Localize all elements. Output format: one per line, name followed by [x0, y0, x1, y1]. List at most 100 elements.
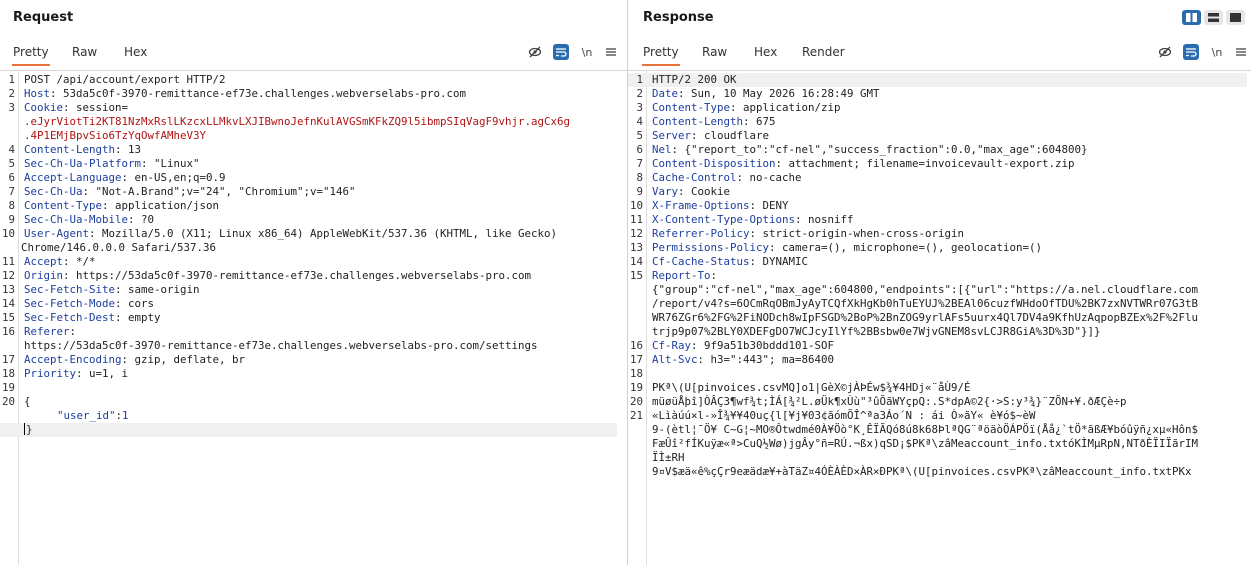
header-name: Permissions-Policy	[652, 241, 770, 254]
header-value-continued: https://53da5c0f-3970-remittance-ef73e.c…	[24, 339, 538, 352]
json-key: "user_id"	[57, 409, 116, 422]
show-newlines-toggle[interactable]: \n	[1209, 44, 1225, 60]
header-value: : */*	[63, 255, 96, 268]
code-line: 4 Content-Length: 13	[0, 143, 627, 157]
header-name: Host	[24, 87, 51, 100]
response-title: Response	[643, 10, 714, 25]
header-value-continued: /report/v4?s=6OCmRqOBmJyAyTCQfXkHgKb0hTu…	[652, 297, 1199, 310]
tab-pretty[interactable]: Pretty	[642, 45, 680, 66]
header-value: : empty	[115, 311, 161, 324]
line-number	[0, 129, 15, 143]
tab-pretty[interactable]: Pretty	[12, 45, 50, 66]
header-value: : Mozilla/5.0 (X11; Linux x86_64) AppleW…	[89, 227, 558, 240]
show-newlines-toggle[interactable]: \n	[579, 44, 595, 60]
layout-single-icon[interactable]	[1226, 10, 1245, 25]
line-number	[628, 297, 643, 311]
code-line: 6 Accept-Language: en-US,en;q=0.9	[0, 171, 627, 185]
header-name: Content-Length	[24, 143, 116, 156]
json-brace-close: }	[26, 423, 33, 436]
binary-body: 9-(ètl¦¯Ö¥ C~G¦~MO®Ôtwdmé0À¥Öò°K¸ÊÏÃQó8ú…	[652, 423, 1199, 436]
line-number: 8	[8, 199, 15, 212]
code-line: 7 Content-Disposition: attachment; filena…	[628, 157, 1251, 171]
line-number	[628, 465, 643, 479]
response-pane: Response Pretty Raw Hex Render \n 1 HTTP/…	[628, 0, 1251, 565]
code-line: 18 Priority: u=1, i	[0, 367, 627, 381]
tab-render[interactable]: Render	[802, 45, 845, 59]
header-value: : Cookie	[678, 185, 731, 198]
request-pane: Request Pretty Raw Hex \n 1 POST /api/acc…	[0, 0, 627, 565]
header-name: Sec-Fetch-Dest	[24, 311, 116, 324]
header-name: Sec-Ch-Ua-Mobile	[24, 213, 129, 226]
tab-hex[interactable]: Hex	[124, 45, 147, 59]
binary-body: «Lìàúú×l-»Î¾¥¥40uç{l[¥j¥03¢ãómÕÎ^ªa3Áo´N…	[652, 409, 1036, 422]
layout-stacked-icon[interactable]	[1204, 10, 1223, 25]
header-name: Referrer-Policy	[652, 227, 750, 240]
header-name: Server	[652, 129, 692, 142]
code-line: 9-(ètl¦¯Ö¥ C~G¦~MO®Ôtwdmé0À¥Öò°K¸ÊÏÃQó8ú…	[628, 423, 1251, 437]
header-name: Accept	[24, 255, 64, 268]
line-number: 20	[1, 395, 15, 408]
code-line: 10 User-Agent: Mozilla/5.0 (X11; Linux x8…	[0, 227, 627, 241]
tab-raw[interactable]: Raw	[702, 45, 727, 59]
line-number: 12	[1, 269, 15, 282]
header-value: : same-origin	[115, 283, 200, 296]
request-editor[interactable]: 1 POST /api/account/export HTTP/2 2 Host : …	[0, 71, 627, 565]
code-line: .eJyrViotTi2KT81NzMxRslLKzcxLLMkvLXJIBwn…	[0, 115, 627, 129]
word-wrap-icon[interactable]	[1183, 44, 1199, 60]
response-editor[interactable]: 1 HTTP/2 200 OK 2 Date: Sun, 10 May 2026 1…	[628, 71, 1251, 565]
line-number: 5	[8, 157, 15, 170]
request-code: 1 POST /api/account/export HTTP/2 2 Host : …	[0, 73, 627, 437]
line-number	[0, 115, 15, 129]
status-line: HTTP/2 200 OK	[652, 73, 737, 86]
line-number: 3	[636, 101, 643, 114]
header-value: : strict-origin-when-cross-origin	[749, 227, 965, 240]
header-value: : en-US,en;q=0.9	[121, 171, 226, 184]
header-value: : nosniff	[795, 213, 854, 226]
line-number: 7	[8, 185, 15, 198]
menu-icon[interactable]	[603, 44, 619, 60]
header-name: Cache-Control	[652, 171, 737, 184]
tab-hex[interactable]: Hex	[754, 45, 777, 59]
code-line: 5 Sec-Ch-Ua-Platform: "Linux"	[0, 157, 627, 171]
code-line: .4P1EMjBpvSio6TzYqOwfAMheV3Y	[0, 129, 627, 143]
code-line: 9 Sec-Ch-Ua-Mobile: ?0	[0, 213, 627, 227]
header-name: Origin	[24, 269, 64, 282]
line-number: 3	[8, 101, 15, 114]
line-number: 6	[636, 143, 643, 156]
header-name: Sec-Fetch-Mode	[24, 297, 116, 310]
layout-side-by-side-icon[interactable]	[1182, 10, 1201, 25]
code-line: FæÛî²fÍKuÿæ«ª>CuQ½Wø)jgÂy°ñ=RÚ.¬ßx)qSD¡$…	[628, 437, 1251, 451]
header-value: : camera=(), microphone=(), geolocation=…	[769, 241, 1043, 254]
code-line: {"group":"cf-nel","max_age":604800,"endp…	[628, 283, 1251, 297]
code-line: 17 Alt-Svc: h3=":443"; ma=86400	[628, 353, 1251, 367]
hide-nonprinting-icon[interactable]	[527, 44, 543, 60]
hide-nonprinting-icon[interactable]	[1157, 44, 1173, 60]
code-line: 11 X-Content-Type-Options: nosniff	[628, 213, 1251, 227]
json-value[interactable]: 1	[122, 409, 129, 422]
code-line: 1 POST /api/account/export HTTP/2	[0, 73, 627, 87]
code-line: 8 Cache-Control: no-cache	[628, 171, 1251, 185]
tab-raw[interactable]: Raw	[72, 45, 97, 59]
text-caret	[24, 423, 25, 435]
menu-icon[interactable]	[1233, 44, 1249, 60]
code-line: 2 Host: 53da5c0f-3970-remittance-ef73e.ch…	[0, 87, 627, 101]
header-value: : DENY	[749, 199, 789, 212]
code-line: 15 Report-To:	[628, 269, 1251, 283]
header-name: Vary	[652, 185, 679, 198]
code-line: 14 Cf-Cache-Status: DYNAMIC	[628, 255, 1251, 269]
code-line: 18	[628, 367, 1251, 381]
header-value: : no-cache	[736, 171, 802, 184]
line-number: 8	[636, 171, 643, 184]
line-number: 15	[629, 269, 643, 282]
line-number: 19	[629, 381, 643, 394]
header-value: : attachment; filename=invoicevault-expo…	[775, 157, 1075, 170]
header-value: :	[69, 325, 77, 338]
line-number: 13	[1, 283, 15, 296]
header-name: Nel	[652, 143, 672, 156]
header-name: User-Agent	[24, 227, 90, 240]
line-number: 4	[636, 115, 643, 128]
header-value-continued: Chrome/146.0.0.0 Safari/537.36	[21, 241, 217, 254]
line-number: 2	[8, 87, 15, 100]
line-number: 11	[1, 255, 15, 268]
word-wrap-icon[interactable]	[553, 44, 569, 60]
